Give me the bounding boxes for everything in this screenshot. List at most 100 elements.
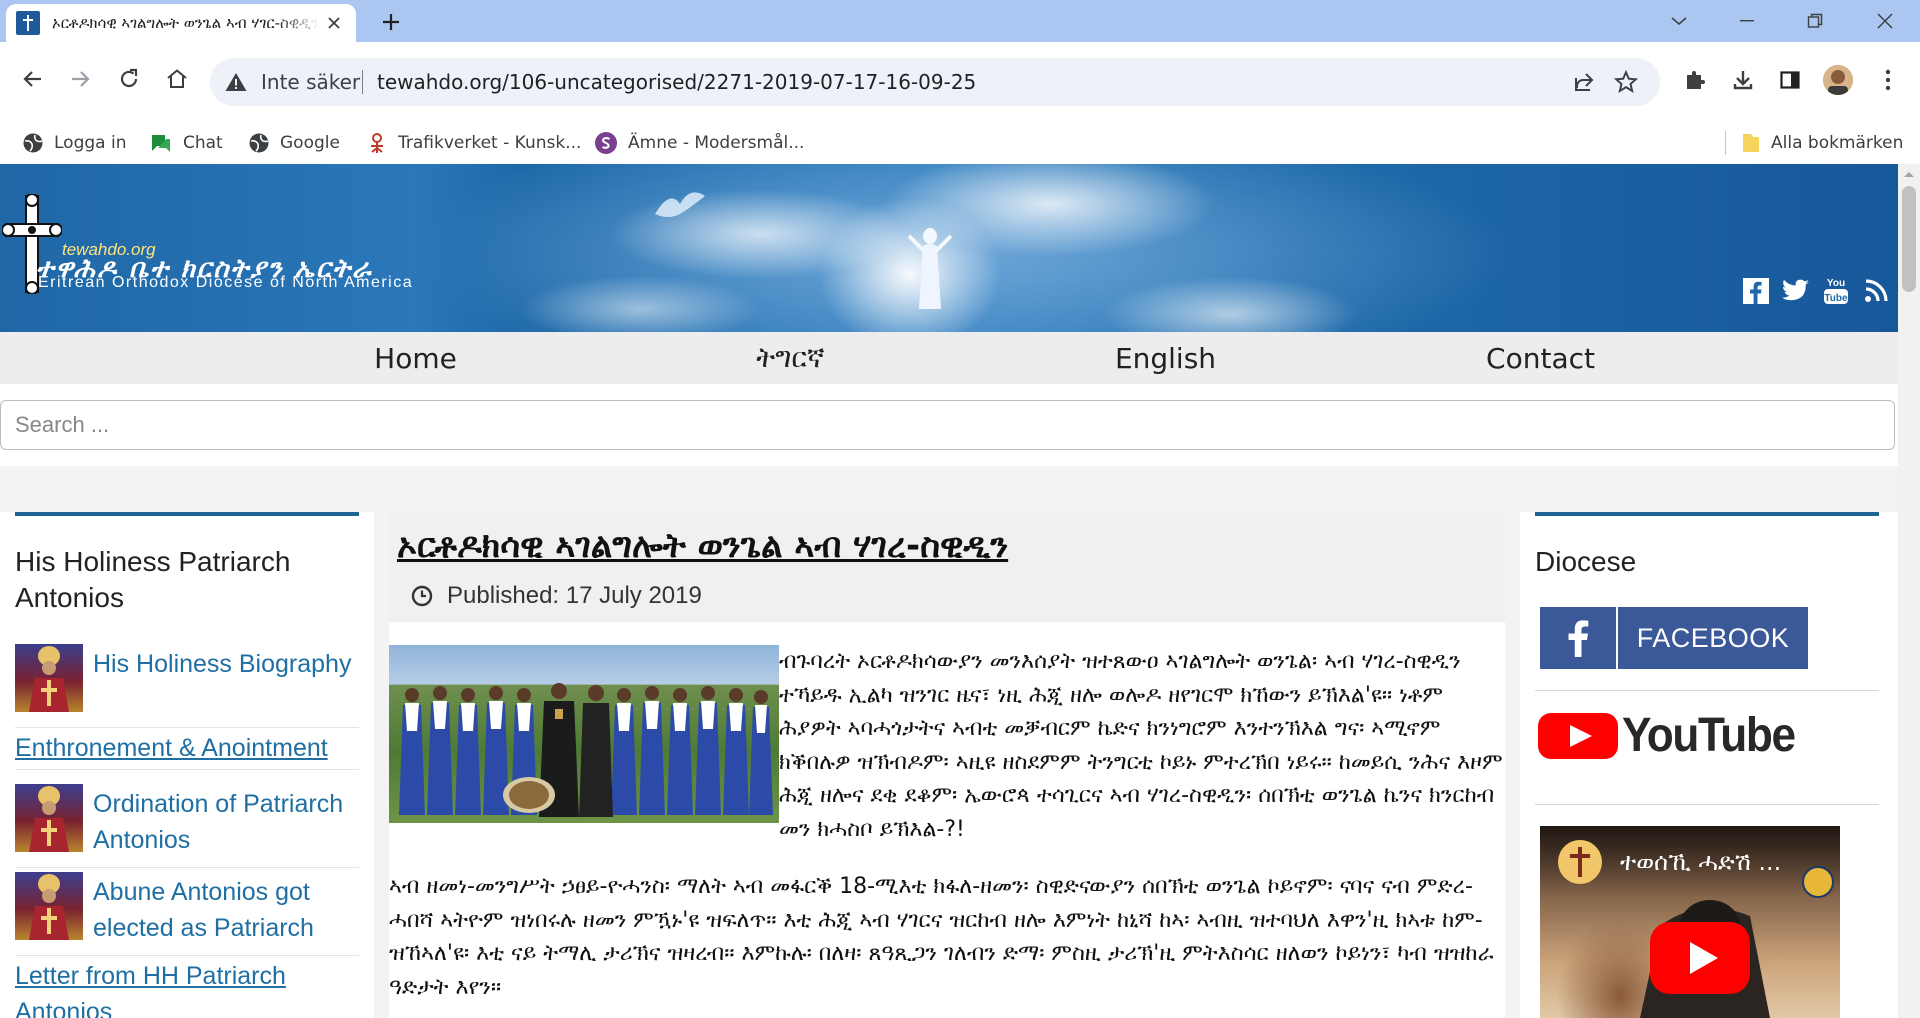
- right-sidebar: Diocese FACEBOOK YouTube ተወሰኺ ሓድሽ ...: [1520, 512, 1898, 1018]
- article-published: Published: 17 July 2019: [411, 582, 702, 610]
- nav-tigrinya[interactable]: ትግርኛ: [603, 332, 978, 384]
- bookmark-label: Logga in: [54, 133, 127, 153]
- video-play-button-icon[interactable]: [1650, 922, 1750, 994]
- sidebar-link-text[interactable]: Abune Antonios got elected as Patriarch: [93, 874, 353, 946]
- omnibox-separator: [362, 70, 363, 94]
- bookmark-label: Chat: [183, 133, 223, 153]
- clock-icon: [411, 585, 433, 607]
- facebook-icon[interactable]: [1742, 277, 1770, 305]
- new-tab-plus-icon[interactable]: [374, 7, 408, 37]
- tab-title: ኦርቶዶክሳዊ ኣገልግሎት ወንጌል ኣብ ሃገር-ስዊዲን: [52, 14, 319, 32]
- bookmark-chat[interactable]: Chat: [149, 122, 223, 164]
- youtube-video-embed[interactable]: ተወሰኺ ሓድሽ ...: [1540, 826, 1840, 1018]
- nav-home[interactable]: Home: [228, 332, 603, 384]
- sidebar-link-text[interactable]: Enthronement & Anointment: [15, 730, 328, 766]
- bookmarks-separator: [1725, 131, 1726, 155]
- nav-english[interactable]: English: [978, 332, 1353, 384]
- site-favicon-icon: [16, 11, 40, 35]
- all-bookmarks-folder[interactable]: Alla bokmärken: [1741, 122, 1903, 164]
- divider: [1535, 690, 1879, 691]
- patriarch-thumbnail-image: [15, 784, 83, 852]
- patriarch-thumbnail-image: [15, 872, 83, 940]
- site-search-input[interactable]: [1, 401, 1894, 449]
- sidebar-item-biography[interactable]: His Holiness Biography: [15, 644, 359, 728]
- sidebar-item-letter[interactable]: Letter from HH Patriarch Antonios: [15, 958, 359, 1018]
- choir-photo-image[interactable]: [389, 645, 779, 823]
- rss-icon[interactable]: [1862, 277, 1890, 305]
- bookmark-amne[interactable]: Ämne - Modersmål...: [594, 122, 804, 164]
- all-bookmarks-label: Alla bokmärken: [1771, 133, 1904, 153]
- bookmark-label: Trafikverket - Kunsk...: [398, 133, 582, 153]
- nav-contact[interactable]: Contact: [1353, 332, 1728, 384]
- downloads-icon[interactable]: [1727, 64, 1759, 96]
- folder-icon: [1741, 132, 1761, 154]
- not-secure-label[interactable]: Inte säker: [261, 70, 360, 94]
- angel-figure-image: [907, 228, 953, 309]
- globe-icon: [22, 132, 44, 154]
- tab-close-icon[interactable]: [320, 9, 348, 37]
- window-minimize-icon[interactable]: [1713, 0, 1781, 42]
- globe-icon: [248, 132, 270, 154]
- back-arrow-icon[interactable]: [14, 60, 52, 98]
- forward-arrow-icon[interactable]: [61, 60, 99, 98]
- address-bar[interactable]: Inte säker tewahdo.org/106-uncategorised…: [210, 58, 1660, 106]
- main-navigation: Home ትግርኛ English Contact: [0, 332, 1898, 384]
- profile-avatar[interactable]: [1823, 65, 1853, 95]
- bookmark-google[interactable]: Google: [248, 122, 340, 164]
- bookmark-trafikverket[interactable]: Trafikverket - Kunsk...: [366, 122, 581, 164]
- browser-tab-active[interactable]: ኦርቶዶክሳዊ ኣገልግሎት ወንጌል ኣብ ሃገር-ስዊዲን: [6, 4, 356, 42]
- youtube-play-logo-icon: [1538, 712, 1618, 759]
- logo-english-name: Eritrean Orthodox Diocese of North Ameri…: [38, 274, 414, 291]
- sidebar-link-text[interactable]: Letter from HH Patriarch Antonios: [15, 958, 345, 1018]
- window-close-icon[interactable]: [1851, 0, 1919, 42]
- published-date: Published: 17 July 2019: [447, 582, 702, 609]
- site-banner: tewahdo.org ተዋሕዶ ቤተ ክርስትያን ኤርትራ Eritrean…: [0, 164, 1898, 332]
- site-search-box[interactable]: [0, 400, 1895, 450]
- channel-badge-icon: [1802, 866, 1834, 898]
- window-restore-icon[interactable]: [1781, 0, 1849, 42]
- sidebar-link-text[interactable]: Ordination of Patriarch Antonios: [93, 786, 353, 858]
- trafikverket-icon: [366, 131, 388, 155]
- channel-avatar-icon[interactable]: [1558, 840, 1602, 884]
- bookmark-logga-in[interactable]: Logga in: [22, 122, 126, 164]
- s-logo-icon: [594, 131, 618, 155]
- article-title[interactable]: ኦርቶዶክሳዊ ኣገልግሎት ወንጌል ኣብ ሃገረ-ስዊዲን: [397, 526, 1008, 566]
- sidebar-top-bar: [1535, 512, 1879, 516]
- sidebar-link-text[interactable]: His Holiness Biography: [93, 646, 353, 682]
- home-icon[interactable]: [158, 60, 196, 98]
- web-page: tewahdo.org ተዋሕዶ ቤተ ክርስትያን ኤርትራ Eritrean…: [0, 164, 1898, 1018]
- tab-search-chevron-icon[interactable]: [1645, 0, 1713, 42]
- bookmark-label: Google: [280, 133, 340, 153]
- video-title[interactable]: ተወሰኺ ሓድሽ ...: [1620, 848, 1781, 876]
- url-text[interactable]: tewahdo.org/106-uncategorised/2271-2019-…: [377, 70, 976, 94]
- facebook-button[interactable]: FACEBOOK: [1540, 607, 1808, 669]
- article-header: ኦርቶዶክሳዊ ኣገልግሎት ወንጌል ኣብ ሃገረ-ስዊዲን Publishe…: [389, 512, 1505, 622]
- svg-text:You: You: [1827, 278, 1845, 289]
- reload-icon[interactable]: [110, 60, 148, 98]
- sidebar-item-enthronement[interactable]: Enthronement & Anointment: [15, 730, 359, 770]
- bookmark-label: Ämne - Modersmål...: [628, 133, 805, 153]
- bookmark-star-icon[interactable]: [1613, 69, 1639, 95]
- left-sidebar: His Holiness Patriarch Antonios His Holi…: [0, 512, 374, 1018]
- page-scrollbar[interactable]: [1898, 164, 1920, 1018]
- diocese-title: Diocese: [1535, 546, 1637, 577]
- sidebar-item-elected[interactable]: Abune Antonios got elected as Patriarch: [15, 872, 359, 956]
- svg-text:Tube: Tube: [1824, 293, 1848, 304]
- not-secure-warning-icon[interactable]: [224, 71, 248, 93]
- scrollbar-thumb[interactable]: [1902, 186, 1916, 292]
- browser-menu-kebab-icon[interactable]: [1872, 64, 1904, 96]
- chat-icon: [149, 132, 173, 154]
- article-paragraph-1: ብጉባረት ኦርቶዶክሳውያን መንእሰያት ዝተጸውዐ ኣገልግሎት ወንጌል…: [779, 649, 1503, 842]
- share-icon[interactable]: [1572, 70, 1596, 94]
- sidebar-item-ordination[interactable]: Ordination of Patriarch Antonios: [15, 784, 359, 868]
- site-logo[interactable]: tewahdo.org ተዋሕዶ ቤተ ክርስትያን ኤርትራ Eritrean…: [0, 164, 520, 332]
- twitter-icon[interactable]: [1782, 277, 1810, 305]
- patriarch-thumbnail-image: [15, 644, 83, 712]
- extensions-puzzle-icon[interactable]: [1679, 64, 1711, 96]
- dove-image: [655, 192, 705, 217]
- youtube-logo[interactable]: YouTube: [1538, 708, 1810, 763]
- youtube-small-icon[interactable]: You Tube: [1822, 277, 1850, 305]
- side-panel-icon[interactable]: [1774, 64, 1806, 96]
- sidebar-title: His Holiness Patriarch Antonios: [15, 546, 291, 613]
- scroll-up-arrow-icon[interactable]: [1903, 170, 1915, 178]
